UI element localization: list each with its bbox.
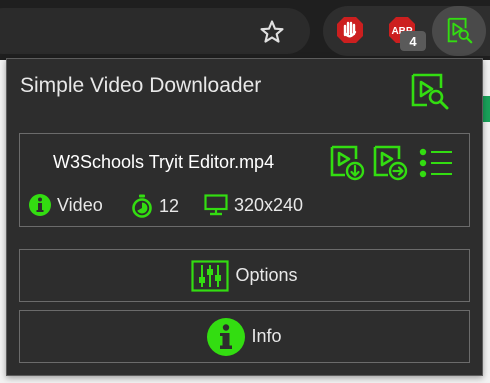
video-type: Video [29, 194, 103, 216]
monitor-icon [204, 194, 228, 216]
timer-icon [132, 194, 152, 218]
sliders-icon [191, 259, 230, 292]
info-icon [29, 194, 51, 216]
video-card: W3Schools Tryit Editor.mp4 Video 12 320x… [19, 133, 470, 227]
browser-toolbar: ABP 4 [0, 0, 490, 60]
info-button[interactable]: Info [19, 310, 470, 363]
video-resolution-value: 320x240 [234, 194, 304, 215]
options-label: Options [235, 265, 298, 285]
list-icon[interactable] [417, 144, 455, 182]
star-icon[interactable] [258, 18, 286, 46]
open-video-icon[interactable] [372, 144, 410, 182]
stop-hand-icon [337, 17, 363, 43]
adblock-count-badge: 4 [400, 31, 426, 51]
video-filename: W3Schools Tryit Editor.mp4 [53, 152, 275, 172]
extension-popup: Simple Video Downloader W3Schools Tryit … [6, 58, 483, 376]
video-duration: 12 [131, 194, 179, 218]
video-downloader-extension-button[interactable] [432, 6, 486, 56]
options-button[interactable]: Options [19, 249, 470, 302]
info-label: Info [251, 326, 282, 346]
video-type-label: Video [57, 194, 103, 215]
video-search-icon [447, 17, 473, 44]
video-resolution: 320x240 [204, 194, 303, 216]
video-search-icon[interactable] [410, 72, 450, 110]
stop-hand-extension-button[interactable] [330, 10, 370, 50]
download-video-icon[interactable] [329, 144, 367, 182]
popup-title: Simple Video Downloader [20, 74, 262, 97]
info-icon [207, 317, 246, 356]
video-duration-value: 12 [159, 195, 180, 216]
